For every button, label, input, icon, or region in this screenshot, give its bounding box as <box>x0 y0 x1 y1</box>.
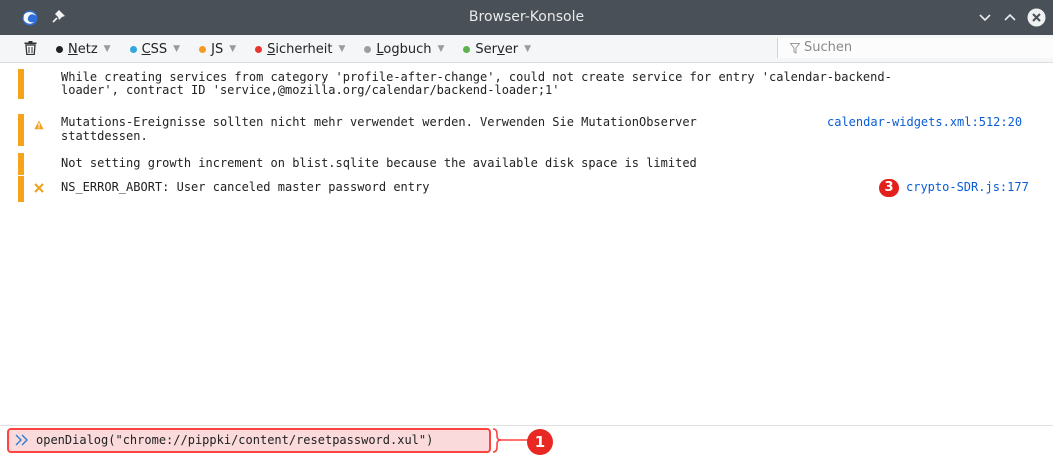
search-input[interactable] <box>804 39 1044 56</box>
prompt-chevron-icon <box>15 434 28 446</box>
filter-label: Logbuch <box>376 41 432 57</box>
annotation-connector <box>492 428 531 453</box>
filter-dot-icon <box>199 45 207 53</box>
filter-label: Netz <box>68 41 98 57</box>
chevron-up-icon[interactable] <box>1002 9 1018 25</box>
message-text: NS_ERROR_ABORT: User canceled master pas… <box>61 180 430 194</box>
filter-icon <box>790 43 800 54</box>
filter-dot-icon <box>56 45 63 53</box>
chevron-down-icon: ▼ <box>338 44 346 54</box>
console-input-bar: openDialog("chrome://pippki/content/rese… <box>0 425 1053 455</box>
message-text: Not setting growth increment on blist.sq… <box>61 156 697 170</box>
annotation-badge: 3 <box>879 179 899 197</box>
filter-sicherheit[interactable]: Sicherheit ▼ <box>255 42 345 57</box>
message-source-link[interactable]: crypto-SDR.js:177 <box>906 180 1029 194</box>
chevron-down-icon: ▼ <box>173 44 181 54</box>
filter-label: JS <box>211 41 224 57</box>
annotation-callout: 1 <box>527 429 553 455</box>
filter-dot-icon <box>463 45 471 53</box>
filter-server[interactable]: Server ▼ <box>463 42 531 57</box>
filter-js[interactable]: JS ▼ <box>199 42 236 57</box>
filter-netz[interactable]: Netz ▼ <box>56 42 111 57</box>
chevron-down-icon: ▼ <box>437 44 445 54</box>
message-source-link[interactable]: calendar-widgets.xml:512:20 <box>827 115 1022 129</box>
message-severity-bar <box>18 69 24 99</box>
console-message: Not setting growth increment on blist.sq… <box>18 153 1053 175</box>
window-title: Browser-Konsole <box>468 9 585 25</box>
filter-label: Sicherheit <box>267 41 333 57</box>
chevron-down-icon: ▼ <box>229 44 237 54</box>
message-text-continued: loader', contract ID 'service,@mozilla.o… <box>61 83 560 97</box>
filter-dot-icon <box>129 45 137 53</box>
filter-dot-icon <box>364 45 372 53</box>
chevron-down-icon[interactable] <box>977 9 993 25</box>
chevron-down-icon: ▼ <box>524 44 531 54</box>
filter-bar: Netz ▼ CSS ▼ JS ▼ Sicherheit ▼ Logbuch ▼ Server ▼ <box>56 40 550 58</box>
message-text: Mutations-Ereignisse sollten nicht mehr … <box>61 115 697 129</box>
console-input[interactable]: openDialog("chrome://pippki/content/rese… <box>36 433 433 447</box>
message-text: While creating services from category 'p… <box>61 70 892 84</box>
search-box[interactable] <box>777 38 1053 58</box>
filter-label: Server <box>475 41 519 57</box>
chevron-down-icon: ▼ <box>103 44 111 54</box>
console-message-warning: Mutations-Ereignisse sollten nicht mehr … <box>18 114 1053 146</box>
filter-dot-icon <box>255 45 263 53</box>
close-icon[interactable] <box>1027 8 1046 27</box>
trash-icon[interactable] <box>24 41 37 55</box>
message-severity-bar <box>18 176 24 202</box>
warning-icon <box>34 120 44 130</box>
console-output: While creating services from category 'p… <box>0 63 1053 425</box>
message-severity-bar <box>18 114 24 146</box>
filter-css[interactable]: CSS ▼ <box>129 41 181 57</box>
message-severity-bar <box>18 153 24 175</box>
console-message: While creating services from category 'p… <box>18 69 1053 99</box>
message-text-continued: stattdessen. <box>61 129 148 143</box>
console-toolbar: Netz ▼ CSS ▼ JS ▼ Sicherheit ▼ Logbuch ▼ Server ▼ <box>0 35 1053 63</box>
filter-logbuch[interactable]: Logbuch ▼ <box>364 42 444 57</box>
filter-label: CSS <box>141 41 168 57</box>
console-message-error: NS_ERROR_ABORT: User canceled master pas… <box>18 176 1053 202</box>
error-icon <box>34 183 44 193</box>
window-titlebar: Browser-Konsole <box>0 0 1053 35</box>
